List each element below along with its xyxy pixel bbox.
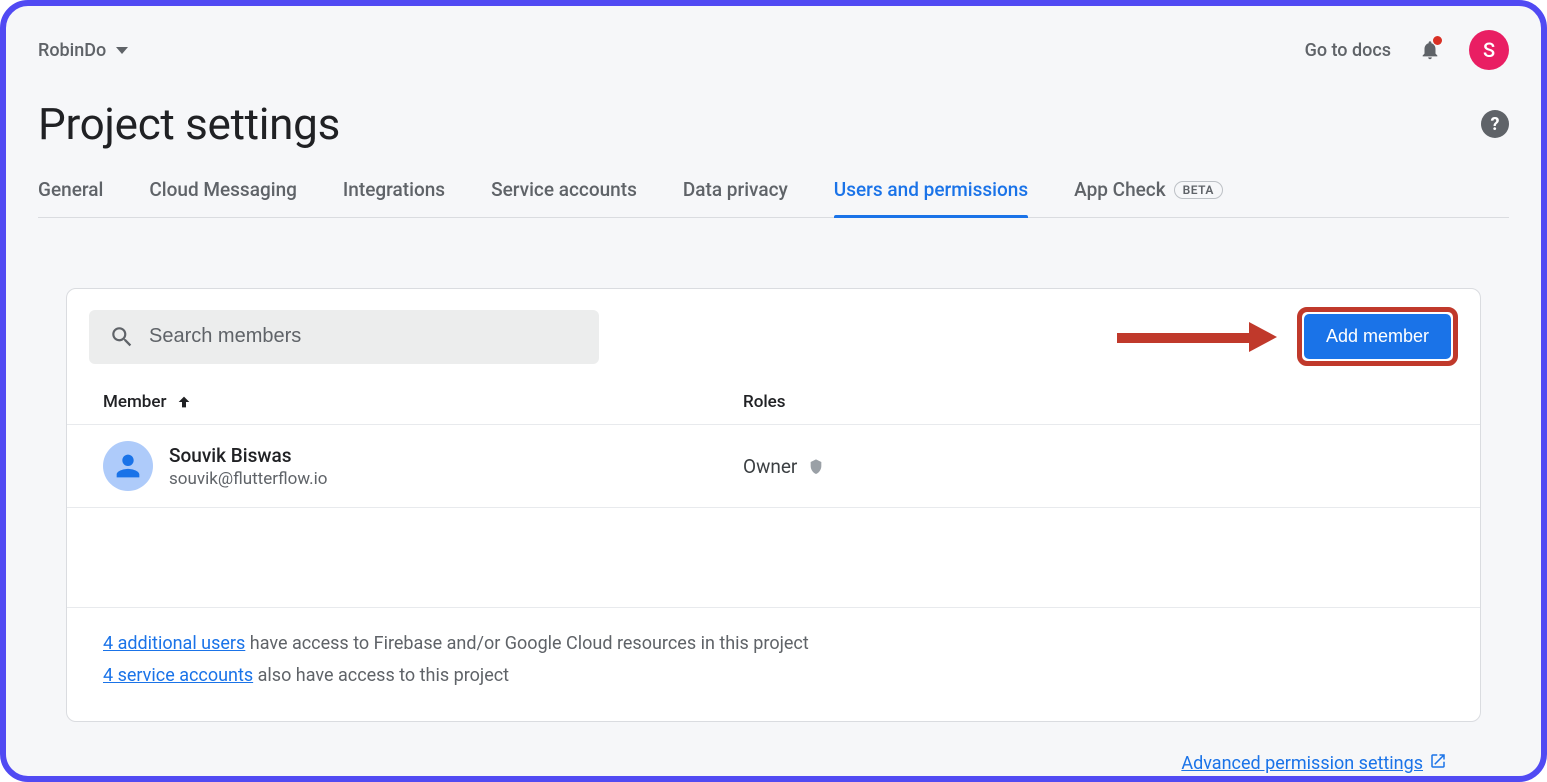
help-icon[interactable]: ? [1481, 110, 1509, 138]
table-header: Member Roles [67, 384, 1480, 425]
beta-badge: BETA [1174, 181, 1223, 199]
sort-asc-icon [176, 394, 192, 410]
advanced-permission-settings-link[interactable]: Advanced permission settings [1181, 752, 1447, 775]
tab-service-accounts[interactable]: Service accounts [491, 178, 637, 217]
tab-app-check[interactable]: App Check BETA [1074, 178, 1223, 217]
table-row[interactable]: Souvik Biswas souvik@flutterflow.io Owne… [67, 425, 1480, 508]
go-to-docs-link[interactable]: Go to docs [1305, 40, 1391, 61]
annotation-highlight: Add member [1297, 307, 1458, 366]
chevron-down-icon [116, 47, 128, 54]
member-name: Souvik Biswas [169, 444, 327, 467]
service-accounts-link[interactable]: 4 service accounts [103, 665, 253, 686]
external-link-icon [1429, 752, 1447, 775]
annotation-arrow-icon [1117, 326, 1277, 348]
project-name: RobinDo [38, 40, 106, 61]
tab-cloud-messaging[interactable]: Cloud Messaging [149, 178, 297, 217]
tab-users-permissions[interactable]: Users and permissions [834, 178, 1028, 217]
user-avatar[interactable]: S [1469, 30, 1509, 70]
search-icon [109, 324, 135, 350]
tab-general[interactable]: General [38, 178, 103, 217]
tab-data-privacy[interactable]: Data privacy [683, 178, 788, 217]
add-member-button[interactable]: Add member [1304, 314, 1451, 359]
top-bar: RobinDo Go to docs S [38, 28, 1509, 72]
column-header-member[interactable]: Member [103, 392, 743, 412]
additional-users-text: have access to Firebase and/or Google Cl… [245, 633, 808, 654]
empty-row [67, 508, 1480, 608]
notifications-icon[interactable] [1419, 37, 1441, 63]
additional-users-link[interactable]: 4 additional users [103, 633, 245, 654]
search-input[interactable] [149, 325, 579, 348]
member-role: Owner [743, 455, 797, 478]
card-footer: 4 additional users have access to Fireba… [67, 608, 1480, 721]
column-header-roles[interactable]: Roles [743, 392, 786, 412]
service-accounts-text: also have access to this project [253, 665, 509, 686]
member-avatar-icon [103, 441, 153, 491]
member-email: souvik@flutterflow.io [169, 469, 327, 489]
project-switcher[interactable]: RobinDo [38, 40, 128, 61]
members-card: Add member Member Roles [66, 288, 1481, 722]
tab-integrations[interactable]: Integrations [343, 178, 445, 217]
settings-tabs: General Cloud Messaging Integrations Ser… [38, 178, 1509, 218]
search-members[interactable] [89, 310, 599, 364]
page-title: Project settings [38, 98, 340, 150]
owner-role-icon [807, 457, 825, 475]
notification-dot-icon [1433, 36, 1442, 45]
